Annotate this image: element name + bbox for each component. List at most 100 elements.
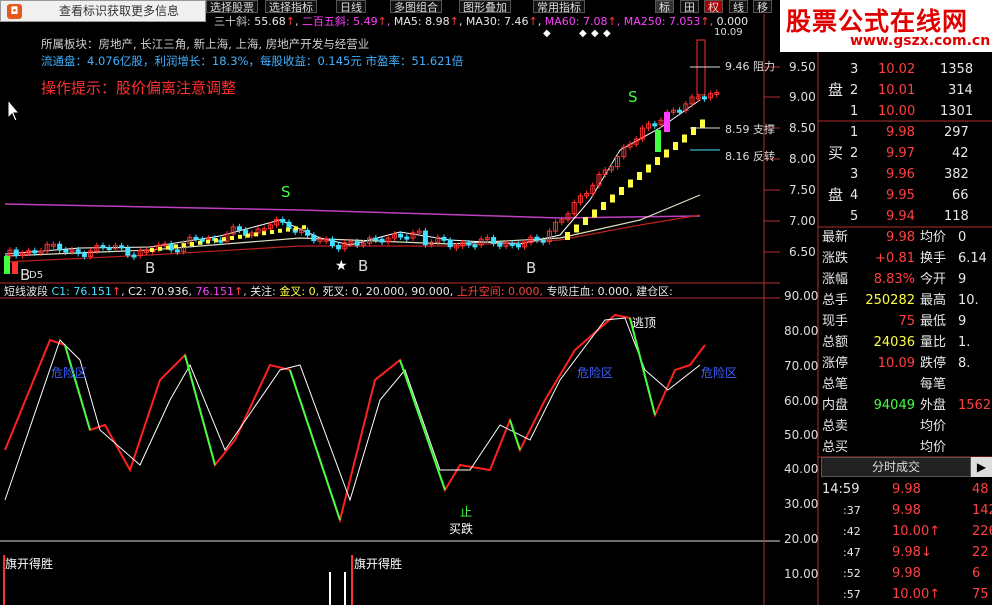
trail-dot <box>619 187 624 195</box>
osc-down-segment <box>629 317 656 416</box>
sell-level-num: 1 <box>850 104 859 119</box>
trail-dot <box>286 227 290 232</box>
ind-axis-label: 80.00 <box>784 324 819 338</box>
tick-volume: 22 <box>972 545 989 560</box>
ticks-header[interactable]: 分时成交 <box>821 457 971 477</box>
candle <box>13 249 19 257</box>
trail-dot <box>655 157 660 165</box>
stat-label: 均价 <box>920 440 947 455</box>
stat-label: 换手 <box>920 251 947 266</box>
candle <box>193 236 199 240</box>
price-axis-label: 7.50 <box>789 183 816 197</box>
trail-dot <box>574 224 579 233</box>
stat-label: 最低 <box>920 314 947 329</box>
tick-time: :42 <box>843 525 861 538</box>
candle <box>491 237 497 245</box>
ma-item: MA30: 7.46↑, <box>465 15 545 28</box>
notify-popup[interactable]: ◘ 查看标识获取更多信息 <box>0 0 206 22</box>
buy-volume: 297 <box>944 125 969 140</box>
stat-value: 0 <box>958 230 967 245</box>
stat-label: 总手 <box>822 293 849 308</box>
stat-value: 9 <box>958 314 967 329</box>
stat-label: 外盘 <box>920 398 947 413</box>
tick-time: :57 <box>843 588 861 601</box>
buy-volume: 66 <box>952 188 969 203</box>
trail-dot <box>206 239 210 244</box>
buy-level-num: 5 <box>850 209 859 224</box>
candle <box>280 219 286 223</box>
candle <box>32 250 38 254</box>
stat-label: 总笔 <box>822 377 849 392</box>
top-mark-icon: ◆ <box>543 28 551 39</box>
tab-mark[interactable]: 标 <box>655 0 674 14</box>
stat-value: 24036 <box>873 335 915 350</box>
candle <box>106 247 112 251</box>
trail-dot <box>610 194 615 203</box>
tick-volume: 6 <box>972 566 981 581</box>
tab-move[interactable]: 移 <box>753 0 772 14</box>
buy-price: 9.96 <box>886 167 915 182</box>
tick-time: :47 <box>843 546 861 559</box>
candle <box>441 236 447 241</box>
candle <box>422 230 428 246</box>
flag-win-label: 旗开得胜 <box>5 557 54 571</box>
candle <box>81 253 87 257</box>
multi-chart-button[interactable]: 多图组合 <box>390 0 442 14</box>
indicator-header: 短线波段 C1: 76.151↑, C2: 70.936, 76.151↑, 关… <box>4 285 673 298</box>
trail-dot <box>254 232 258 237</box>
tick-price: 9.98 <box>892 503 921 518</box>
ind-axis-label: 50.00 <box>784 428 819 442</box>
tab-line[interactable]: 线 <box>729 0 748 14</box>
buy-dip-label: 买跌 <box>449 522 474 536</box>
ind-axis-label: 60.00 <box>784 394 819 408</box>
support-level: 8.59 支撑 <box>725 123 775 136</box>
trail-dot <box>565 232 570 240</box>
sell-price: 10.02 <box>878 62 916 77</box>
trail-dot <box>198 240 202 245</box>
select-indicator-button[interactable]: 选择指标 <box>265 0 317 14</box>
tick-volume: 142 <box>972 503 992 518</box>
top-mark-icon: ◆ <box>579 28 587 39</box>
buy-price: 9.98 <box>886 125 915 140</box>
tab-right[interactable]: 权 <box>704 0 723 14</box>
candle <box>131 254 137 258</box>
sell-level-num: 3 <box>850 62 859 77</box>
ma5-line <box>4 99 701 255</box>
sell-mark: S <box>281 183 291 201</box>
price-axis-label: 9.50 <box>789 60 816 74</box>
buy-mark: B <box>358 257 369 275</box>
trail-dot <box>628 179 633 188</box>
ma-item: MA60: 7.08↑, <box>544 15 624 28</box>
trail-dot <box>222 237 226 242</box>
osc-down-segment <box>184 354 216 466</box>
sell-level-num: 2 <box>850 83 859 98</box>
stat-value: 75 <box>898 314 915 329</box>
candle <box>497 243 503 247</box>
price-axis-label: 8.50 <box>789 121 816 135</box>
tick-time: 14:59 <box>822 482 860 497</box>
candle <box>4 256 10 274</box>
trail-dot <box>302 225 306 230</box>
play-icon[interactable]: ▶ <box>971 457 992 477</box>
buy-price: 9.95 <box>886 188 915 203</box>
overlay-button[interactable]: 图形叠加 <box>459 0 511 14</box>
candle <box>354 241 360 246</box>
common-indicator-button[interactable]: 常用指标 <box>533 0 585 14</box>
candle <box>540 239 546 243</box>
daily-line-button[interactable]: 日线 <box>336 0 366 14</box>
candle <box>119 245 125 249</box>
candle <box>398 233 404 238</box>
star-mark: ★ <box>335 258 348 274</box>
trail-dot <box>246 233 250 238</box>
candle <box>373 237 379 241</box>
tab-grid[interactable]: 田 <box>680 0 699 14</box>
candle <box>329 238 335 246</box>
trail-dot <box>270 230 274 234</box>
stat-label: 每笔 <box>920 377 947 392</box>
select-stock-button[interactable]: 选择股票 <box>206 0 258 14</box>
candle <box>515 243 521 248</box>
stat-value: 1. <box>958 335 971 350</box>
tick-volume: 226 <box>972 524 992 539</box>
sell-volume: 1301 <box>940 104 974 119</box>
tick-price: 9.98 <box>892 566 921 581</box>
